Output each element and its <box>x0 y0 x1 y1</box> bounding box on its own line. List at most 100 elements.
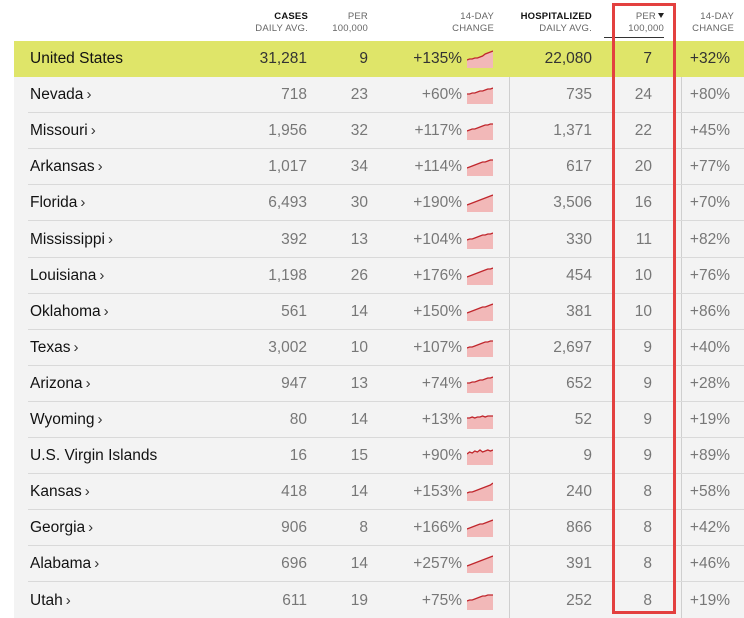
sparkline-chart <box>467 376 493 393</box>
chevron-right-icon: › <box>65 591 71 609</box>
row-name[interactable]: Oklahoma › <box>30 294 109 330</box>
header-cases[interactable]: CASES DAILY AVG. <box>240 11 308 35</box>
table-row[interactable]: Texas › 3,002 10 +107% 2,697 9 +40% <box>14 330 744 366</box>
row-name[interactable]: Utah › <box>30 583 71 618</box>
hospitalized-14day-change: +40% <box>689 338 730 356</box>
cases-daily-avg: 3,002 <box>268 338 307 356</box>
header-hosp-per[interactable]: PER 100,000 <box>604 11 664 35</box>
table-row[interactable]: Kansas › 418 14 +153% 240 8 +58% <box>14 474 744 511</box>
hospitalized-daily-avg: 391 <box>566 555 592 573</box>
row-name[interactable]: Missouri › <box>30 113 96 149</box>
hospitalized-daily-avg: 617 <box>566 158 592 176</box>
header-hosp-change[interactable]: 14-DAY CHANGE <box>684 11 734 35</box>
table-row[interactable]: Florida › 6,493 30 +190% 3,506 16 +70% <box>14 185 744 222</box>
table-row[interactable]: Utah › 611 19 +75% 252 8 +19% <box>14 583 744 618</box>
hospitalized-daily-avg: 3,506 <box>553 194 592 212</box>
header-hospitalized[interactable]: HOSPITALIZED DAILY AVG. <box>506 11 592 35</box>
hospitalized-daily-avg: 652 <box>566 374 592 392</box>
row-name[interactable]: Texas › <box>30 330 79 366</box>
caret-down-icon <box>658 13 664 18</box>
hospitalized-14day-change: +28% <box>689 374 730 392</box>
table-row[interactable]: Mississippi › 392 13 +104% 330 11 +82% <box>14 222 744 258</box>
sparkline-chart <box>467 415 493 429</box>
hospitalized-daily-avg: 2,697 <box>553 338 592 356</box>
cases-14day-change: +190% <box>413 194 462 212</box>
hospitalized-per-100k: 7 <box>643 50 652 67</box>
chevron-right-icon: › <box>97 158 103 176</box>
cases-daily-avg: 1,017 <box>268 158 307 176</box>
sort-underline <box>604 37 664 38</box>
hospitalized-14day-change: +70% <box>689 194 730 212</box>
row-name-text: Texas <box>30 338 71 356</box>
row-name[interactable]: Georgia › <box>30 510 93 546</box>
cases-14day-change: +107% <box>413 338 462 356</box>
cases-daily-avg: 80 <box>289 411 307 428</box>
cases-per-100k: 14 <box>350 411 368 428</box>
cases-daily-avg: 1,956 <box>268 122 307 140</box>
header-hospitalized-title: HOSPITALIZED <box>520 11 592 22</box>
hospitalized-per-100k: 9 <box>643 374 652 392</box>
row-name[interactable]: Wyoming › <box>30 402 102 438</box>
hospitalized-14day-change: +19% <box>689 591 730 609</box>
row-name[interactable]: Alabama › <box>30 546 99 582</box>
hospitalized-14day-change: +32% <box>689 50 730 67</box>
cases-per-100k: 14 <box>350 302 368 320</box>
cases-14day-change: +257% <box>413 555 462 573</box>
cases-per-100k: 15 <box>350 447 368 465</box>
cases-daily-avg: 16 <box>289 447 307 465</box>
cases-per-100k: 19 <box>350 591 368 609</box>
header-hosp-change-title: 14-DAY <box>700 11 734 22</box>
table-row[interactable]: Louisiana › 1,198 26 +176% 454 10 +76% <box>14 258 744 294</box>
hospitalized-14day-change: +77% <box>689 158 730 176</box>
hospitalized-14day-change: +76% <box>689 266 730 284</box>
header-cases-change-title: 14-DAY <box>460 11 494 22</box>
row-name-text: Nevada <box>30 86 84 104</box>
header-hosp-per-title: PER <box>604 11 664 23</box>
table-row[interactable]: Oklahoma › 561 14 +150% 381 10 +86% <box>14 294 744 330</box>
hospitalized-14day-change: +82% <box>689 230 730 248</box>
row-name[interactable]: Florida › <box>30 185 85 221</box>
cases-per-100k: 14 <box>350 555 368 573</box>
table-row[interactable]: Arizona › 947 13 +74% 652 9 +28% <box>14 366 744 402</box>
cases-14day-change: +114% <box>414 158 462 176</box>
chevron-right-icon: › <box>73 338 79 356</box>
cases-daily-avg: 718 <box>281 86 307 104</box>
cases-daily-avg: 611 <box>282 591 307 609</box>
cases-14day-change: +104% <box>413 230 462 248</box>
cases-14day-change: +117% <box>414 122 462 140</box>
hospitalized-per-100k: 10 <box>634 302 652 320</box>
table-row[interactable]: Alabama › 696 14 +257% 391 8 +46% <box>14 546 744 583</box>
table-row[interactable]: Georgia › 906 8 +166% 866 8 +42% <box>14 510 744 547</box>
row-name[interactable]: Arizona › <box>30 366 91 402</box>
row-name[interactable]: Mississippi › <box>30 222 113 258</box>
cases-daily-avg: 906 <box>281 519 307 537</box>
cases-daily-avg: 418 <box>281 483 307 501</box>
hospitalized-daily-avg: 381 <box>566 302 592 320</box>
hospitalized-daily-avg: 52 <box>574 411 592 428</box>
row-name-text: Oklahoma <box>30 302 101 320</box>
header-cases-change[interactable]: 14-DAY CHANGE <box>430 11 494 35</box>
hospitalized-daily-avg: 454 <box>566 266 592 284</box>
sparkline-chart <box>467 555 493 574</box>
row-name[interactable]: Arkansas › <box>30 149 103 185</box>
hospitalized-daily-avg: 735 <box>566 86 592 104</box>
row-name[interactable]: Kansas › <box>30 474 90 510</box>
table-row[interactable]: Nevada › 718 23 +60% 735 24 +80% <box>14 77 744 114</box>
table-row[interactable]: Wyoming › 80 14 +13% 52 9 +19% <box>14 402 744 438</box>
table-row[interactable]: Arkansas › 1,017 34 +114% 617 20 +77% <box>14 149 744 186</box>
chevron-right-icon: › <box>86 86 92 104</box>
sparkline-area <box>467 303 493 321</box>
hospitalized-per-100k: 20 <box>634 158 652 176</box>
cases-14day-change: +75% <box>421 591 462 609</box>
sparkline-chart <box>467 266 493 285</box>
hospitalized-per-100k: 16 <box>634 194 652 212</box>
cases-14day-change: +74% <box>421 374 462 392</box>
table-row[interactable]: Missouri › 1,956 32 +117% 1,371 22 +45% <box>14 113 744 150</box>
hospitalized-daily-avg: 252 <box>566 591 592 609</box>
row-name[interactable]: Louisiana › <box>30 258 104 294</box>
cases-daily-avg: 696 <box>281 555 307 573</box>
cases-per-100k: 13 <box>350 374 368 392</box>
row-name-text: Mississippi <box>30 230 105 248</box>
row-name[interactable]: Nevada › <box>30 77 91 113</box>
header-cases-per[interactable]: PER 100,000 <box>318 11 368 35</box>
